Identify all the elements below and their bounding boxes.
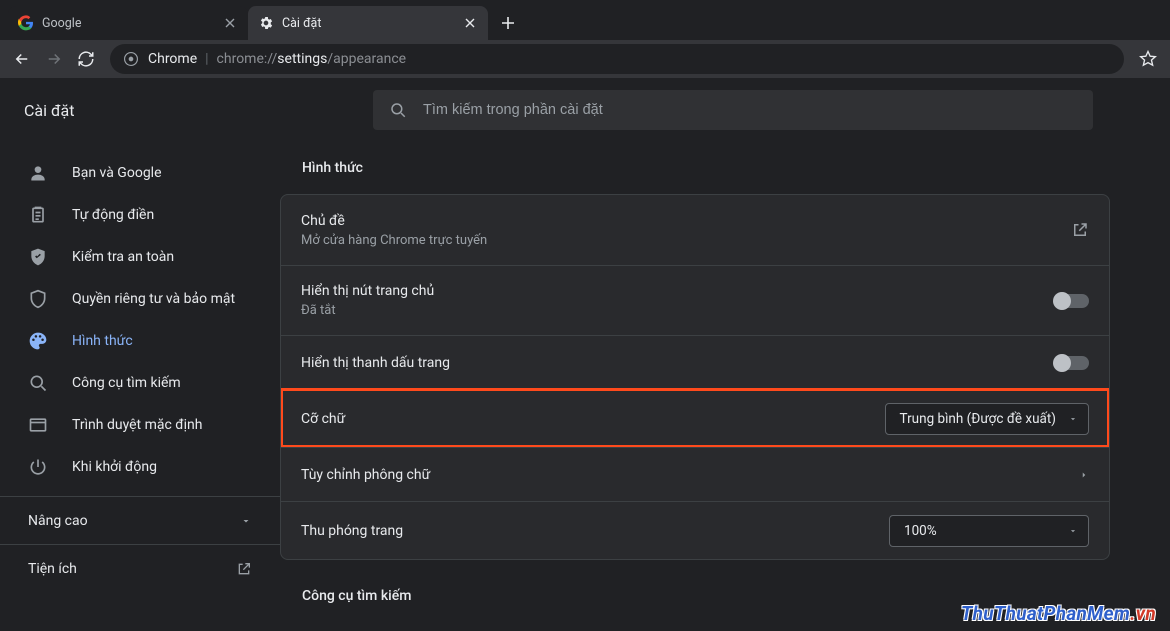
sidebar-item-privacy[interactable]: Quyền riêng tư và bảo mật xyxy=(0,278,264,320)
bookmarks-bar-toggle[interactable] xyxy=(1055,356,1089,370)
main-panel: Hình thức Chủ đề Mở cửa hàng Chrome trực… xyxy=(280,142,1170,631)
shield-check-icon xyxy=(28,247,48,267)
person-icon xyxy=(28,163,48,183)
palette-icon xyxy=(28,331,48,351)
sidebar-advanced-label: Nâng cao xyxy=(28,513,88,529)
sidebar-item-you-and-google[interactable]: Bạn và Google xyxy=(0,152,264,194)
url-scheme: Chrome xyxy=(148,51,197,67)
sidebar: Bạn và Google Tự động điền Kiểm tra an t… xyxy=(0,142,280,631)
url-post: /appearance xyxy=(327,51,406,67)
tab-settings[interactable]: Cài đặt xyxy=(248,6,488,40)
chevron-down-icon xyxy=(1068,414,1078,424)
row-sublabel: Mở cửa hàng Chrome trực tuyến xyxy=(301,233,1071,248)
back-button[interactable] xyxy=(8,45,36,73)
row-font-size: Cỡ chữ Trung bình (Được đề xuất) xyxy=(281,389,1109,447)
sidebar-item-label: Khi khởi động xyxy=(72,459,157,475)
row-label: Tùy chỉnh phông chữ xyxy=(301,467,1079,483)
select-value: Trung bình (Được đề xuất) xyxy=(900,411,1056,427)
row-label: Hiển thị thanh dấu trang xyxy=(301,355,1055,371)
tab-title: Google xyxy=(42,16,222,31)
section-title-appearance: Hình thức xyxy=(302,160,1110,176)
shield-icon xyxy=(28,289,48,309)
sidebar-advanced[interactable]: Nâng cao xyxy=(0,496,280,544)
row-label: Hiển thị nút trang chủ xyxy=(301,283,1055,299)
tab-strip: Google Cài đặt xyxy=(0,0,1170,40)
settings-search[interactable] xyxy=(373,90,1093,130)
search-input[interactable] xyxy=(423,102,1077,118)
row-home-button: Hiển thị nút trang chủ Đã tắt xyxy=(281,265,1109,335)
row-sublabel: Đã tắt xyxy=(301,303,1055,318)
sidebar-item-label: Hình thức xyxy=(72,333,133,349)
gear-icon xyxy=(258,15,274,31)
row-page-zoom: Thu phóng trang 100% xyxy=(281,501,1109,559)
new-tab-button[interactable] xyxy=(494,9,522,37)
row-customize-fonts[interactable]: Tùy chỉnh phông chữ xyxy=(281,447,1109,501)
row-label: Thu phóng trang xyxy=(301,523,889,539)
external-link-icon xyxy=(1071,221,1089,239)
search-icon xyxy=(389,101,407,119)
sidebar-item-on-startup[interactable]: Khi khởi động xyxy=(0,446,264,488)
sidebar-item-label: Quyền riêng tư và bảo mật xyxy=(72,291,235,307)
row-theme[interactable]: Chủ đề Mở cửa hàng Chrome trực tuyến xyxy=(281,195,1109,265)
google-favicon xyxy=(18,15,34,31)
sidebar-item-label: Trình duyệt mặc định xyxy=(72,417,203,433)
sidebar-item-appearance[interactable]: Hình thức xyxy=(0,320,264,362)
sidebar-item-safety-check[interactable]: Kiểm tra an toàn xyxy=(0,236,264,278)
appearance-card: Chủ đề Mở cửa hàng Chrome trực tuyến Hiể… xyxy=(280,194,1110,560)
reload-button[interactable] xyxy=(72,45,100,73)
close-icon[interactable] xyxy=(222,15,238,31)
font-size-select[interactable]: Trung bình (Được đề xuất) xyxy=(885,403,1089,435)
chevron-down-icon xyxy=(1068,526,1078,536)
external-link-icon xyxy=(236,561,252,577)
page-zoom-select[interactable]: 100% xyxy=(889,515,1089,547)
sidebar-item-label: Công cụ tìm kiếm xyxy=(72,375,181,391)
search-icon xyxy=(28,373,48,393)
chevron-right-icon xyxy=(1079,468,1089,482)
page-title: Cài đặt xyxy=(24,101,373,120)
sidebar-item-label: Bạn và Google xyxy=(72,165,162,181)
tab-title: Cài đặt xyxy=(282,16,462,31)
sidebar-item-autofill[interactable]: Tự động điền xyxy=(0,194,264,236)
sidebar-extensions-label: Tiện ích xyxy=(28,561,77,577)
select-value: 100% xyxy=(904,523,937,539)
row-label: Cỡ chữ xyxy=(301,411,885,427)
sidebar-item-search-engine[interactable]: Công cụ tìm kiếm xyxy=(0,362,264,404)
chevron-down-icon xyxy=(240,515,252,527)
row-bookmarks-bar: Hiển thị thanh dấu trang xyxy=(281,335,1109,389)
chrome-icon xyxy=(124,52,138,66)
power-icon xyxy=(28,457,48,477)
close-icon[interactable] xyxy=(462,15,478,31)
toolbar: Chrome | chrome://settings/appearance xyxy=(0,40,1170,78)
watermark: ThuThuatPhanMem.vn xyxy=(961,602,1156,625)
sidebar-item-label: Tự động điền xyxy=(72,207,154,223)
sidebar-item-default-browser[interactable]: Trình duyệt mặc định xyxy=(0,404,264,446)
forward-button[interactable] xyxy=(40,45,68,73)
bookmark-star-icon[interactable] xyxy=(1134,45,1162,73)
address-bar[interactable]: Chrome | chrome://settings/appearance xyxy=(110,44,1124,74)
row-label: Chủ đề xyxy=(301,213,1071,229)
window-icon xyxy=(28,415,48,435)
url-pre: chrome:// xyxy=(217,51,278,67)
home-button-toggle[interactable] xyxy=(1055,294,1089,308)
sidebar-item-label: Kiểm tra an toàn xyxy=(72,249,174,265)
clipboard-icon xyxy=(28,205,48,225)
url-host: settings xyxy=(277,51,327,67)
sidebar-extensions[interactable]: Tiện ích xyxy=(0,544,280,592)
tab-google[interactable]: Google xyxy=(8,6,248,40)
